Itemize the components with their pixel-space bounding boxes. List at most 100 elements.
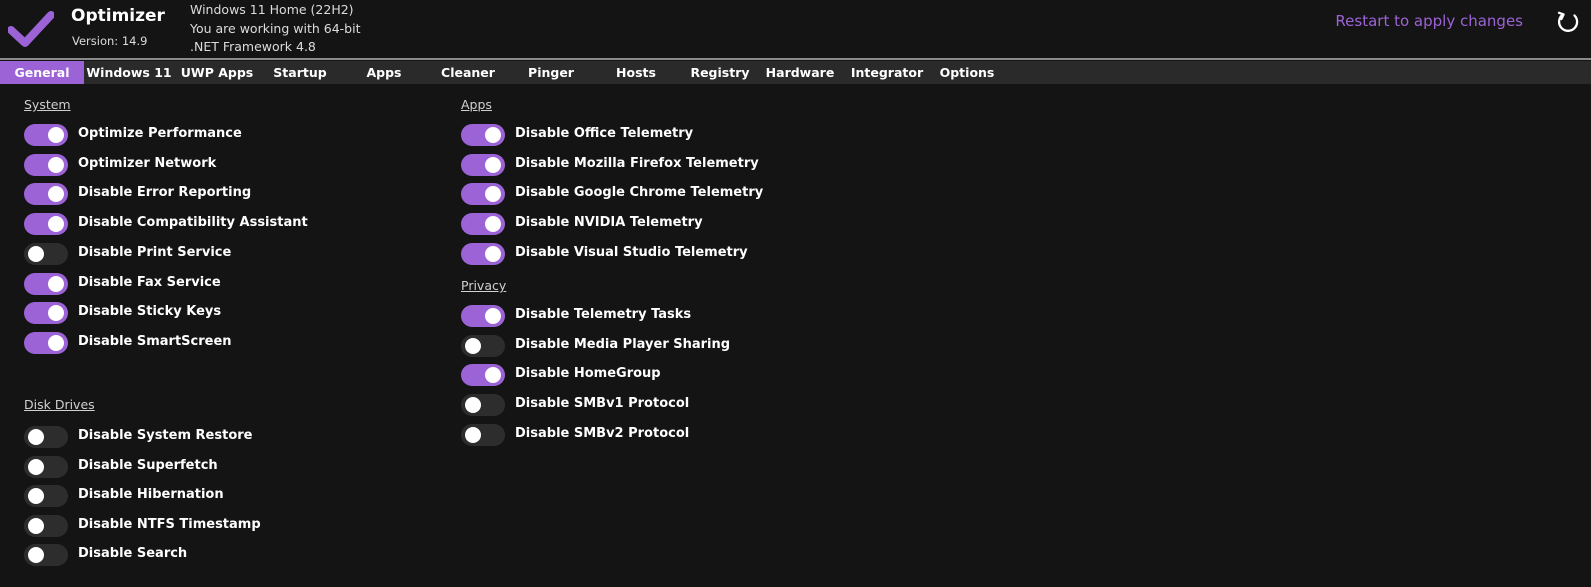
toggle-switch[interactable] (461, 124, 505, 146)
toggle-switch[interactable] (24, 213, 68, 236)
toggle-knob (28, 245, 44, 262)
tab-hardware[interactable]: Hardware (757, 61, 843, 84)
tab-hosts[interactable]: Hosts (593, 61, 679, 84)
section-title-system: System (24, 97, 71, 112)
toggle-switch[interactable] (24, 272, 68, 295)
toggle-row-disable-system-restore[interactable]: Disable System Restore (24, 426, 404, 448)
os-version: Windows 11 Home (22H2) (190, 2, 354, 17)
tab-windows-11[interactable]: Windows 11 (86, 61, 172, 84)
toggle-label: Disable Telemetry Tasks (515, 307, 692, 322)
toggle-switch[interactable] (24, 153, 68, 176)
toggle-row-disable-print-service[interactable]: Disable Print Service (24, 242, 404, 265)
app-header: Optimizer Version: 14.9 Windows 11 Home … (0, 0, 1591, 58)
tab-pinger[interactable]: Pinger (508, 61, 594, 84)
toggle-knob (465, 337, 481, 354)
refresh-icon[interactable] (1556, 10, 1581, 35)
toggle-switch[interactable] (461, 213, 505, 236)
toggle-row-disable-office-telemetry[interactable]: Disable Office Telemetry (461, 124, 841, 146)
toggle-row-disable-search[interactable]: Disable Search (24, 544, 404, 567)
tab-startup[interactable]: Startup (257, 61, 343, 84)
toggle-knob (465, 397, 481, 414)
toggle-switch[interactable] (24, 455, 68, 478)
toggle-knob (485, 156, 501, 173)
section-title-disk-drives: Disk Drives (24, 397, 95, 412)
toggle-switch[interactable] (24, 302, 68, 325)
toggle-label: Disable Office Telemetry (515, 126, 694, 141)
tab-cleaner[interactable]: Cleaner (425, 61, 511, 84)
toggle-switch[interactable] (24, 183, 68, 206)
toggle-switch[interactable] (24, 426, 68, 448)
toggle-switch[interactable] (24, 544, 68, 567)
toggle-row-disable-error-reporting[interactable]: Disable Error Reporting (24, 183, 404, 206)
toggle-row-disable-superfetch[interactable]: Disable Superfetch (24, 455, 404, 478)
tab-uwp-apps[interactable]: UWP Apps (174, 61, 260, 84)
toggle-label: Disable Compatibility Assistant (78, 215, 308, 231)
tab-general[interactable]: General (0, 61, 84, 84)
toggle-switch[interactable] (461, 183, 505, 206)
toggle-switch[interactable] (24, 124, 68, 146)
toggle-label: Disable Fax Service (78, 274, 221, 290)
tab-options[interactable]: Options (924, 61, 1010, 84)
toggle-label: Disable SmartScreen (78, 333, 232, 349)
toggle-switch[interactable] (24, 242, 68, 265)
toggle-switch[interactable] (461, 242, 505, 265)
toggle-row-disable-fax-service[interactable]: Disable Fax Service (24, 272, 404, 295)
section-title-privacy: Privacy (461, 278, 507, 293)
toggle-row-disable-google-chrome-telemetry[interactable]: Disable Google Chrome Telemetry (461, 183, 841, 206)
toggle-knob (48, 305, 64, 322)
toggle-knob (48, 275, 64, 292)
toggle-switch[interactable] (461, 394, 505, 417)
checkmark-icon (8, 11, 54, 47)
toggle-label: Disable Sticky Keys (78, 304, 222, 320)
toggle-switch[interactable] (461, 153, 505, 176)
toggle-label: Disable Superfetch (78, 457, 218, 473)
tab-registry[interactable]: Registry (677, 61, 763, 84)
toggle-row-optimizer-network[interactable]: Optimizer Network (24, 153, 404, 176)
toggle-row-disable-hibernation[interactable]: Disable Hibernation (24, 485, 404, 508)
toggle-row-disable-smbv2-protocol[interactable]: Disable SMBv2 Protocol (461, 423, 841, 446)
toggle-row-disable-sticky-keys[interactable]: Disable Sticky Keys (24, 302, 404, 325)
toggle-row-disable-telemetry-tasks[interactable]: Disable Telemetry Tasks (461, 305, 841, 327)
toggle-knob (48, 186, 64, 203)
toggle-switch[interactable] (461, 423, 505, 446)
toggle-knob (48, 334, 64, 351)
toggle-row-disable-smartscreen[interactable]: Disable SmartScreen (24, 331, 404, 354)
toggle-row-disable-homegroup[interactable]: Disable HomeGroup (461, 364, 841, 387)
header-divider (0, 58, 1591, 60)
toggle-switch[interactable] (461, 334, 505, 357)
toggle-label: Disable System Restore (78, 428, 253, 443)
toggle-knob (485, 127, 501, 143)
tab-apps[interactable]: Apps (341, 61, 427, 84)
toggle-label: Disable Mozilla Firefox Telemetry (515, 155, 759, 171)
toggle-knob (28, 429, 44, 445)
toggle-row-disable-ntfs-timestamp[interactable]: Disable NTFS Timestamp (24, 514, 404, 537)
toggle-label: Disable Media Player Sharing (515, 336, 731, 352)
restart-link[interactable]: Restart to apply changes (1335, 12, 1523, 30)
toggle-row-disable-mozilla-firefox-telemetry[interactable]: Disable Mozilla Firefox Telemetry (461, 153, 841, 176)
toggle-knob (485, 216, 501, 233)
app-version: Version: 14.9 (72, 34, 148, 48)
tab-integrator[interactable]: Integrator (844, 61, 930, 84)
toggle-label: Disable SMBv1 Protocol (515, 396, 690, 412)
toggle-switch[interactable] (24, 331, 68, 354)
toggle-row-disable-visual-studio-telemetry[interactable]: Disable Visual Studio Telemetry (461, 242, 841, 265)
toggle-switch[interactable] (24, 485, 68, 508)
toggle-switch[interactable] (24, 514, 68, 537)
toggle-switch[interactable] (461, 364, 505, 387)
toggle-row-disable-smbv1-protocol[interactable]: Disable SMBv1 Protocol (461, 394, 841, 417)
toggle-knob (48, 156, 64, 173)
toggle-label: Disable Hibernation (78, 487, 224, 503)
toggle-row-optimize-performance[interactable]: Optimize Performance (24, 124, 404, 146)
toggle-label: Disable Search (78, 546, 188, 562)
toggle-label: Disable NVIDIA Telemetry (515, 215, 703, 231)
toggle-knob (28, 517, 44, 534)
app-title: Optimizer (71, 6, 165, 26)
toggle-switch[interactable] (461, 305, 505, 327)
toggle-knob (465, 426, 481, 443)
toggle-label: Optimize Performance (78, 126, 242, 141)
toggle-row-disable-media-player-sharing[interactable]: Disable Media Player Sharing (461, 334, 841, 357)
toggle-label: Disable Google Chrome Telemetry (515, 185, 764, 201)
toggle-row-disable-nvidia-telemetry[interactable]: Disable NVIDIA Telemetry (461, 213, 841, 236)
toggle-label: Disable Visual Studio Telemetry (515, 244, 748, 260)
toggle-row-disable-compatibility-assistant[interactable]: Disable Compatibility Assistant (24, 213, 404, 236)
